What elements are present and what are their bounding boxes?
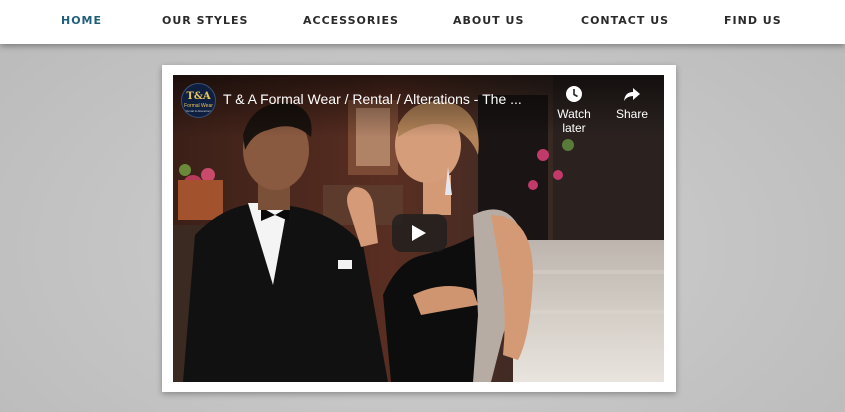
watch-later-button[interactable]: Watch later bbox=[544, 85, 604, 135]
video-frame: T&A Formal Wear Rental & Alterations T &… bbox=[162, 65, 676, 392]
nav-our-styles[interactable]: OUR STYLES bbox=[162, 0, 248, 44]
watch-later-label: Watch later bbox=[557, 107, 591, 135]
nav-contact-us[interactable]: CONTACT US bbox=[581, 0, 669, 44]
nav-about-us[interactable]: ABOUT US bbox=[453, 0, 524, 44]
nav-accessories[interactable]: ACCESSORIES bbox=[303, 0, 399, 44]
channel-logo[interactable]: T&A Formal Wear Rental & Alterations bbox=[181, 83, 216, 118]
clock-icon bbox=[566, 86, 582, 102]
channel-logo-tag-text: Rental & Alterations bbox=[185, 109, 212, 113]
share-button[interactable]: Share bbox=[612, 85, 652, 121]
share-label: Share bbox=[615, 107, 649, 121]
top-navigation-bar: HOME OUR STYLES ACCESSORIES ABOUT US CON… bbox=[0, 0, 845, 44]
youtube-video-embed[interactable]: T&A Formal Wear Rental & Alterations T &… bbox=[173, 75, 664, 382]
nav-home[interactable]: HOME bbox=[61, 0, 102, 44]
share-arrow-icon bbox=[624, 88, 640, 101]
nav-find-us[interactable]: FIND US bbox=[724, 0, 782, 44]
channel-logo-main-text: T&A bbox=[186, 91, 211, 102]
play-button[interactable] bbox=[392, 214, 447, 252]
video-title[interactable]: T & A Formal Wear / Rental / Alterations… bbox=[223, 91, 535, 107]
play-icon bbox=[412, 225, 426, 241]
